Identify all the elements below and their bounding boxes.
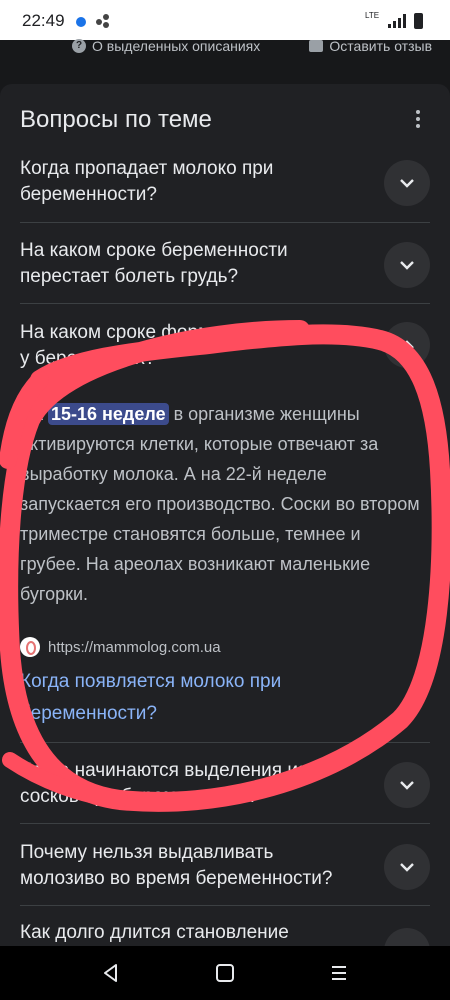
expand-chevron-icon[interactable] <box>384 762 430 808</box>
status-bar: 22:49 LTE <box>0 0 450 40</box>
section-title: Вопросы по теме <box>20 106 212 133</box>
about-featured-link[interactable]: ? О выделенных описаниях <box>72 38 260 54</box>
question-text: На каком сроке беременности перестает бо… <box>20 240 288 287</box>
system-nav-bar <box>0 946 450 1000</box>
question-text: Почему нельзя выдавливать молозиво во вр… <box>20 842 333 889</box>
answer-body: в организме женщины активируются клетки,… <box>20 404 420 604</box>
app-notification-icon <box>96 14 110 28</box>
status-time: 22:49 <box>22 11 65 30</box>
help-icon: ? <box>72 39 86 53</box>
expand-chevron-icon[interactable] <box>384 160 430 206</box>
about-featured-label: О выделенных описаниях <box>92 38 261 54</box>
divider <box>20 742 430 743</box>
network-type: LTE <box>365 11 380 20</box>
question-text: Когда начинаются выделения из сосков при… <box>20 760 307 807</box>
question-item[interactable]: Когда начинаются выделения из сосков при… <box>20 758 430 814</box>
answer-highlight: 15-16 неделе <box>48 403 169 425</box>
site-favicon-icon <box>20 637 40 657</box>
more-options-icon[interactable] <box>416 110 420 128</box>
answer-link[interactable]: Когда появляется молоко при беременности… <box>20 666 350 730</box>
recent-apps-icon[interactable] <box>326 960 352 986</box>
feedback-label: Оставить отзыв <box>329 38 432 54</box>
feedback-icon <box>309 40 324 52</box>
divider <box>20 905 430 906</box>
question-item-expanded[interactable]: На каком сроке формируется молоко у бере… <box>20 320 430 376</box>
notification-icon <box>76 17 86 27</box>
back-icon[interactable] <box>98 960 124 986</box>
divider <box>20 823 430 824</box>
expand-chevron-icon[interactable] <box>384 844 430 890</box>
divider <box>20 303 430 304</box>
answer-snippet: На 15-16 неделе в организме женщины акти… <box>20 399 420 609</box>
answer-prefix: На <box>20 404 49 424</box>
question-text: Когда пропадает молоко при беременности? <box>20 158 274 205</box>
battery-icon <box>414 13 423 29</box>
divider <box>20 222 430 223</box>
expand-chevron-icon[interactable] <box>384 242 430 288</box>
question-text: На каком сроке формируется молоко у бере… <box>20 322 350 369</box>
answer-source[interactable]: https://mammolog.com.ua <box>20 637 221 657</box>
signal-icon <box>388 14 406 28</box>
source-url: https://mammolog.com.ua <box>48 638 221 656</box>
feedback-link[interactable]: Оставить отзыв <box>309 38 432 54</box>
collapse-chevron-icon[interactable] <box>384 322 430 368</box>
question-text: Как долго длится становление <box>20 922 289 943</box>
question-item[interactable]: Почему нельзя выдавливать молозиво во вр… <box>20 840 430 896</box>
question-item[interactable]: На каком сроке беременности перестает бо… <box>20 238 430 294</box>
related-questions-card: Вопросы по теме Когда пропадает молоко п… <box>0 84 450 974</box>
home-icon[interactable] <box>212 960 238 986</box>
question-item[interactable]: Когда пропадает молоко при беременности? <box>20 156 430 212</box>
